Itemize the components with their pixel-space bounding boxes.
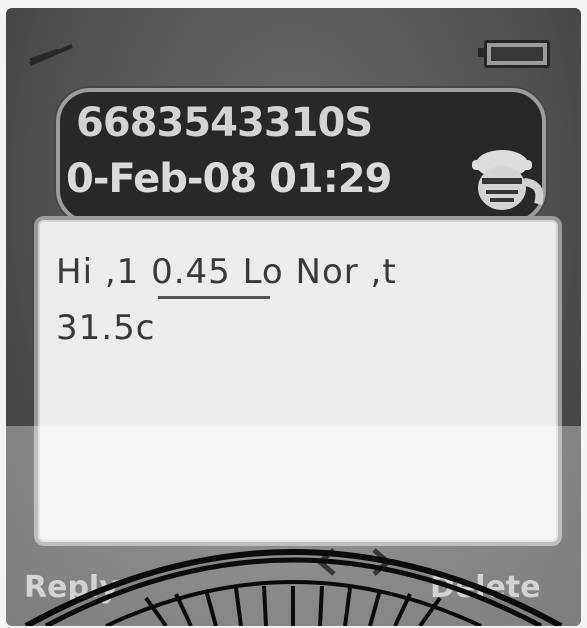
message-line-1: Hi ,1 0.45 Lo Nor ,t bbox=[56, 252, 397, 292]
reply-softkey[interactable]: Reply bbox=[24, 570, 119, 605]
signal-strength-icon bbox=[29, 44, 73, 66]
nav-arrows-icon bbox=[316, 548, 392, 576]
phone-screen: 6683543310S 0-Feb-08 01:29 Hi ,1 0.45 Lo… bbox=[6, 8, 581, 626]
sender-number: 6683543310S bbox=[76, 100, 373, 146]
message-body: Hi ,1 0.45 Lo Nor ,t 31.5c bbox=[34, 216, 562, 546]
cursor-underline bbox=[158, 296, 270, 299]
message-line-2: 31.5c bbox=[56, 308, 156, 348]
message-timestamp: 0-Feb-08 01:29 bbox=[66, 156, 392, 202]
delete-softkey[interactable]: Delete bbox=[430, 570, 541, 605]
battery-icon bbox=[478, 40, 550, 68]
message-header: 6683543310S 0-Feb-08 01:29 bbox=[56, 88, 546, 224]
contact-face-icon bbox=[472, 150, 544, 210]
